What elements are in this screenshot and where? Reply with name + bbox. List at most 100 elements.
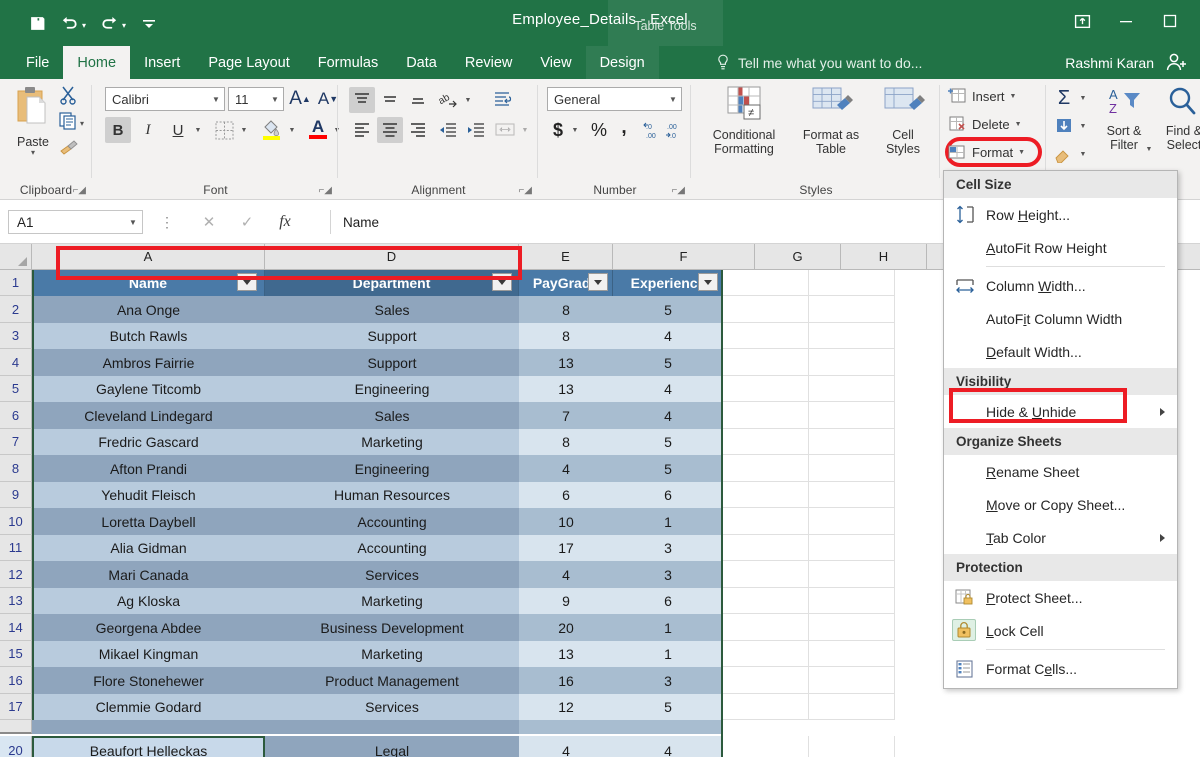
row-header-1[interactable]: 1 [0,270,32,296]
cell-department[interactable]: Marketing [265,588,519,614]
row-header-7[interactable]: 7 [0,429,32,455]
tab-review[interactable]: Review [451,46,527,79]
decrease-indent-button[interactable] [435,117,461,143]
minimize-icon[interactable] [1104,6,1148,36]
clear-caret-icon[interactable]: ▼ [1077,145,1089,163]
menu-item-protect-sheet[interactable]: Protect Sheet... [944,581,1177,614]
menu-item-tab-color[interactable]: Tab Color [944,521,1177,554]
comma-format-button[interactable]: , [613,115,635,141]
tab-view[interactable]: View [526,46,585,79]
row-header-4[interactable]: 4 [0,349,32,376]
cell-experience[interactable]: 4 [613,402,723,429]
cell-name[interactable]: Ag Kloska [32,588,265,614]
number-format-caret-icon[interactable]: ▼ [665,95,681,104]
column-header-h[interactable]: H [841,244,927,270]
underline-caret-icon[interactable]: ▼ [191,121,205,139]
cell-department[interactable]: Services [265,561,519,588]
cell-h2[interactable] [809,296,895,323]
bold-button[interactable]: B [105,117,131,143]
cell-g13[interactable] [723,588,809,614]
tab-home[interactable]: Home [63,46,131,79]
cell-paygrade[interactable]: 13 [519,376,613,402]
row-header-15[interactable]: 15 [0,641,32,667]
cut-button[interactable] [58,85,92,111]
filter-button-experience[interactable] [698,273,718,291]
number-dialog-launcher[interactable]: ⌐◢ [671,185,685,196]
copy-caret-icon[interactable]: ▾ [80,119,84,128]
cell-department[interactable]: Legal [265,736,519,757]
filter-button-paygrade[interactable] [588,273,608,291]
tab-insert[interactable]: Insert [130,46,194,79]
cell-name[interactable]: Butch Rawls [32,323,265,349]
tab-data[interactable]: Data [392,46,451,79]
tab-design[interactable]: Design [585,46,659,79]
row-header-6[interactable]: 6 [0,402,32,429]
cancel-icon[interactable]: ✕ [190,210,228,234]
cell-department[interactable]: Sales [265,296,519,323]
cell-paygrade[interactable]: 20 [519,614,613,641]
cell-h15[interactable] [809,641,895,667]
cell-h9[interactable] [809,482,895,508]
cell-experience[interactable]: 5 [613,455,723,482]
insert-function-icon[interactable]: fx [266,210,304,234]
row-header-9[interactable]: 9 [0,482,32,508]
row-header-14[interactable]: 14 [0,614,32,641]
font-size-combobox[interactable]: 11 ▼ [228,87,284,111]
delete-cells-button[interactable]: Delete ▼ [947,115,1022,133]
bottom-align-button[interactable] [405,87,431,113]
tab-formulas[interactable]: Formulas [304,46,392,79]
cell-paygrade[interactable]: 6 [519,482,613,508]
column-header-d[interactable]: D [265,244,519,270]
cell-department[interactable]: Support [265,323,519,349]
cell-g1[interactable] [723,270,809,296]
row-header-12[interactable]: 12 [0,561,32,588]
increase-decimal-button[interactable]: .0.00 [641,117,665,143]
menu-item-move-or-copy-sheet[interactable]: Move or Copy Sheet... [944,488,1177,521]
cell-h17[interactable] [809,694,895,720]
tab-page-layout[interactable]: Page Layout [194,46,303,79]
font-size-caret-icon[interactable]: ▼ [267,95,283,104]
cell-h11[interactable] [809,535,895,561]
cell-experience[interactable]: 6 [613,482,723,508]
cell-department[interactable]: Support [265,349,519,376]
cell-department[interactable]: Business Development [265,614,519,641]
table-header-name[interactable]: Name [32,270,265,296]
font-dialog-launcher[interactable]: ⌐◢ [318,185,332,196]
find-and-select-button[interactable]: Find & Select [1155,85,1200,152]
cell-experience[interactable]: 4 [613,376,723,402]
cell-department[interactable]: Sales [265,402,519,429]
cell-name[interactable]: Clemmie Godard [32,694,265,720]
cell-name[interactable]: Alia Gidman [32,535,265,561]
cell-h20[interactable] [809,736,895,757]
cell-department[interactable]: Human Resources [265,482,519,508]
column-header-e[interactable]: E [519,244,613,270]
orientation-caret-icon[interactable]: ▼ [461,91,475,109]
row-header-20[interactable]: 20 [0,736,32,757]
cell-experience[interactable]: 1 [613,614,723,641]
cell-name[interactable]: Ana Onge [32,296,265,323]
check-icon[interactable]: ✓ [228,210,266,234]
paste-caret-icon[interactable]: ▾ [8,149,58,157]
cell-name[interactable]: Flore Stonehewer [32,667,265,694]
cell-h7[interactable] [809,429,895,455]
menu-item-default-width[interactable]: Default Width... [944,335,1177,368]
top-align-button[interactable] [349,87,375,113]
percent-format-button[interactable]: % [587,117,611,143]
row-header-13[interactable]: 13 [0,588,32,614]
row-header-8[interactable]: 8 [0,455,32,482]
menu-item-row-height[interactable]: Row Height... [944,198,1177,231]
row-header-11[interactable]: 11 [0,535,32,561]
cell-name[interactable]: Gaylene Titcomb [32,376,265,402]
borders-button[interactable] [211,117,237,143]
cell-experience[interactable]: 3 [613,561,723,588]
cell-paygrade[interactable]: 4 [519,736,613,757]
tab-file[interactable]: File [12,46,63,79]
account-name[interactable]: Rashmi Karan [1065,46,1154,79]
italic-button[interactable]: I [135,117,161,143]
cell-name[interactable]: Mikael Kingman [32,641,265,667]
decrease-decimal-button[interactable]: .00.0 [664,117,688,143]
cell-name[interactable]: Loretta Daybell [32,508,265,535]
cell-g11[interactable] [723,535,809,561]
select-all-corner[interactable] [0,244,32,270]
cell-paygrade[interactable]: 10 [519,508,613,535]
